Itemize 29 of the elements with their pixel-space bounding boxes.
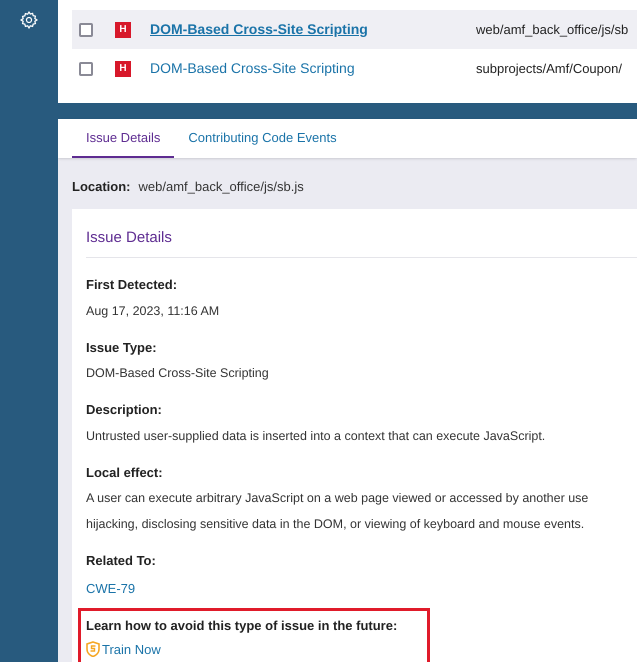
issue-link[interactable]: DOM-Based Cross-Site Scripting [150, 19, 476, 40]
field-label: Related To: [86, 552, 157, 570]
field-value: Aug 17, 2023, 11:16 AM [86, 302, 220, 320]
location-value: web/amf_back_office/js/sb.js [138, 178, 304, 196]
settings-icon[interactable] [19, 10, 39, 30]
training-label: Learn how to avoid this type of issue in the future: [86, 617, 398, 635]
checkbox[interactable] [79, 22, 93, 36]
field-label: First Detected: [86, 276, 178, 294]
tab[interactable]: Contributing Code Events [174, 119, 351, 158]
field-value: A user can execute arbitrary JavaScript on a web page viewed or accessed by another use [86, 490, 590, 507]
field-value: Untrusted user-supplied data is inserted into a context that can execute JavaScript. [86, 428, 546, 445]
issue-row[interactable]: H DOM-Based Cross-Site Scripting web/amf_back_office/js/sb [72, 10, 637, 49]
issue-link[interactable]: DOM-Based Cross-Site Scripting [150, 58, 476, 79]
related-link[interactable]: CWE-79 [86, 578, 637, 598]
shield-icon [86, 641, 100, 658]
issue-path: web/amf_back_office/js/sb [476, 20, 628, 39]
field-label: Issue Type: [86, 338, 158, 357]
tab[interactable]: Issue Details [72, 119, 174, 158]
field-label: Local effect: [86, 464, 164, 482]
train-now-link[interactable]: Train Now [86, 640, 422, 659]
card-title: Issue Details [86, 226, 637, 258]
location-label: Location: [72, 178, 130, 196]
checkbox[interactable] [79, 62, 93, 76]
issue-path: subprojects/Amf/Coupon/ [476, 60, 622, 78]
severity-badge: H [115, 22, 131, 38]
field-value: DOM-Based Cross-Site Scripting [86, 365, 270, 382]
field-value: hijacking, disclosing sensitive data in the DOM, or viewing of keyboard and mouse events. [86, 516, 586, 533]
severity-badge: H [115, 60, 131, 76]
field-label: Description: [86, 401, 163, 419]
